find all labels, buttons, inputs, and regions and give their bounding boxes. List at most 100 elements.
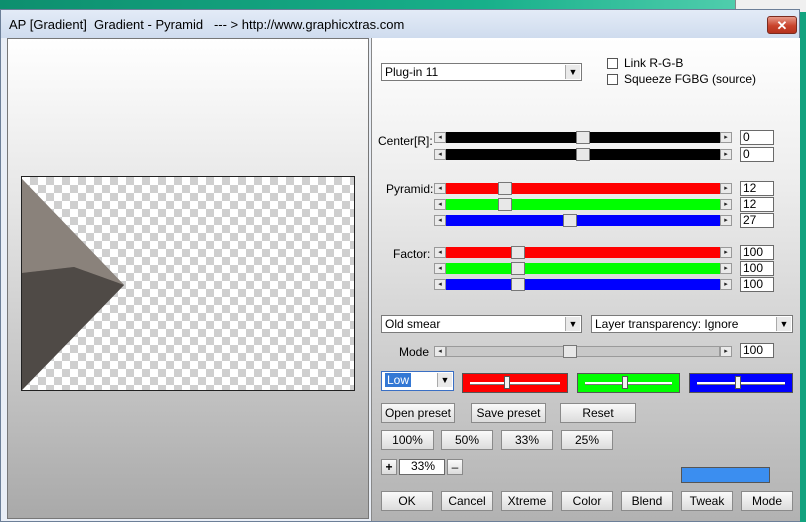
open-preset-button[interactable]: Open preset <box>381 403 455 423</box>
center-value-field-1[interactable]: 0 <box>740 130 774 145</box>
slider-knob[interactable] <box>735 376 741 389</box>
arrow-right-icon[interactable]: ▸ <box>720 215 732 226</box>
factor-slider-1[interactable]: ◂ ▸ <box>434 246 732 259</box>
zoom-33-button[interactable]: 33% <box>501 430 553 450</box>
arrow-right-icon[interactable]: ▸ <box>720 263 732 274</box>
quality-color-slider-1[interactable] <box>462 373 568 393</box>
pyramid-value-field-3[interactable]: 27 <box>740 213 774 228</box>
arrow-left-icon[interactable]: ◂ <box>434 183 446 194</box>
factor-value-field-3[interactable]: 100 <box>740 277 774 292</box>
zoom-25-button[interactable]: 25% <box>561 430 613 450</box>
arrow-right-icon[interactable]: ▸ <box>720 279 732 290</box>
zoom-in-button[interactable]: + <box>381 459 397 475</box>
factor-slider-thumb[interactable] <box>511 278 525 291</box>
quality-select[interactable]: Low ▼ <box>381 371 454 391</box>
mode-slider-thumb[interactable] <box>563 345 577 358</box>
quality-color-slider-3[interactable] <box>689 373 793 393</box>
squeeze-fgbg-checkbox[interactable] <box>607 74 618 85</box>
arrow-left-icon[interactable]: ◂ <box>434 263 446 274</box>
layer-transparency-select[interactable]: Layer transparency: Ignore ▼ <box>591 315 793 333</box>
factor-slider-thumb[interactable] <box>511 262 525 275</box>
slider-knob[interactable] <box>622 376 628 389</box>
zoom-100-button[interactable]: 100% <box>381 430 434 450</box>
center-slider-2[interactable]: ◂ ▸ <box>434 148 732 161</box>
arrow-right-icon[interactable]: ▸ <box>720 199 732 210</box>
arrow-right-icon[interactable]: ▸ <box>720 183 732 194</box>
zoom-out-button[interactable]: – <box>447 459 463 475</box>
quality-select-value: Low <box>385 373 412 387</box>
preview-canvas[interactable] <box>21 176 355 391</box>
pyramid-label: Pyramid: <box>386 182 434 196</box>
mode-button[interactable]: Mode <box>741 491 793 511</box>
cancel-button[interactable]: Cancel <box>441 491 493 511</box>
tweak-button[interactable]: Tweak <box>681 491 733 511</box>
reset-button[interactable]: Reset <box>560 403 636 423</box>
arrow-right-icon[interactable]: ▸ <box>720 346 732 357</box>
pyramid-slider-track[interactable] <box>446 199 720 210</box>
factor-slider-thumb[interactable] <box>511 246 525 259</box>
color-button[interactable]: Color <box>561 491 613 511</box>
slider-line <box>697 382 785 384</box>
factor-slider-track[interactable] <box>446 279 720 290</box>
pyramid-value-field-2[interactable]: 12 <box>740 197 774 212</box>
factor-value-field-2[interactable]: 100 <box>740 261 774 276</box>
arrow-right-icon[interactable]: ▸ <box>720 132 732 143</box>
chevron-down-icon: ▼ <box>776 317 791 331</box>
chevron-down-icon: ▼ <box>437 373 452 387</box>
center-slider-thumb[interactable] <box>576 148 590 161</box>
save-preset-button[interactable]: Save preset <box>471 403 546 423</box>
effect-mode-select[interactable]: Old smear ▼ <box>381 315 582 333</box>
zoom-50-button[interactable]: 50% <box>441 430 493 450</box>
center-slider-thumb[interactable] <box>576 131 590 144</box>
mode-slider-track[interactable] <box>446 346 720 357</box>
mode-value-field[interactable]: 100 <box>740 343 774 358</box>
effect-mode-value: Old smear <box>385 317 441 331</box>
factor-slider-track[interactable] <box>446 263 720 274</box>
arrow-right-icon[interactable]: ▸ <box>720 149 732 160</box>
pyramid-slider-1[interactable]: ◂ ▸ <box>434 182 732 195</box>
pyramid-slider-2[interactable]: ◂ ▸ <box>434 198 732 211</box>
center-label: Center[R]: <box>378 134 433 148</box>
arrow-left-icon[interactable]: ◂ <box>434 279 446 290</box>
factor-slider-2[interactable]: ◂ ▸ <box>434 262 732 275</box>
factor-slider-3[interactable]: ◂ ▸ <box>434 278 732 291</box>
factor-slider-track[interactable] <box>446 247 720 258</box>
center-value-field-2[interactable]: 0 <box>740 147 774 162</box>
pyramid-slider-thumb[interactable] <box>498 182 512 195</box>
center-slider-1[interactable]: ◂ ▸ <box>434 131 732 144</box>
pyramid-slider-3[interactable]: ◂ ▸ <box>434 214 732 227</box>
pyramid-preview-image <box>22 179 124 390</box>
xtreme-button[interactable]: Xtreme <box>501 491 553 511</box>
plugin-select[interactable]: Plug-in 11 ▼ <box>381 63 582 81</box>
close-icon: ✕ <box>776 18 788 33</box>
arrow-left-icon[interactable]: ◂ <box>434 215 446 226</box>
squeeze-fgbg-label: Squeeze FGBG (source) <box>624 72 757 86</box>
arrow-left-icon[interactable]: ◂ <box>434 346 446 357</box>
mode-slider[interactable]: ◂ ▸ <box>434 345 732 358</box>
pyramid-slider-thumb[interactable] <box>563 214 577 227</box>
close-button[interactable]: ✕ <box>767 16 797 34</box>
plugin-dialog: AP [Gradient] Gradient - Pyramid --- > h… <box>0 9 800 522</box>
window-title: AP [Gradient] Gradient - Pyramid --- > h… <box>9 17 405 32</box>
arrow-left-icon[interactable]: ◂ <box>434 132 446 143</box>
factor-value-field-1[interactable]: 100 <box>740 245 774 260</box>
chevron-down-icon: ▼ <box>565 65 580 79</box>
color-swatch[interactable] <box>681 467 770 483</box>
ok-button[interactable]: OK <box>381 491 433 511</box>
zoom-value-field[interactable]: 33% <box>399 459 445 475</box>
slider-knob[interactable] <box>504 376 510 389</box>
arrow-right-icon[interactable]: ▸ <box>720 247 732 258</box>
pyramid-slider-track[interactable] <box>446 183 720 194</box>
blend-button[interactable]: Blend <box>621 491 673 511</box>
arrow-left-icon[interactable]: ◂ <box>434 149 446 160</box>
title-bar[interactable]: AP [Gradient] Gradient - Pyramid --- > h… <box>1 10 799 38</box>
arrow-left-icon[interactable]: ◂ <box>434 199 446 210</box>
arrow-left-icon[interactable]: ◂ <box>434 247 446 258</box>
minus-icon: – <box>451 460 459 474</box>
factor-label: Factor: <box>393 247 431 261</box>
pyramid-value-field-1[interactable]: 12 <box>740 181 774 196</box>
link-rgb-checkbox[interactable] <box>607 58 618 69</box>
pyramid-slider-track[interactable] <box>446 215 720 226</box>
pyramid-slider-thumb[interactable] <box>498 198 512 211</box>
quality-color-slider-2[interactable] <box>577 373 680 393</box>
